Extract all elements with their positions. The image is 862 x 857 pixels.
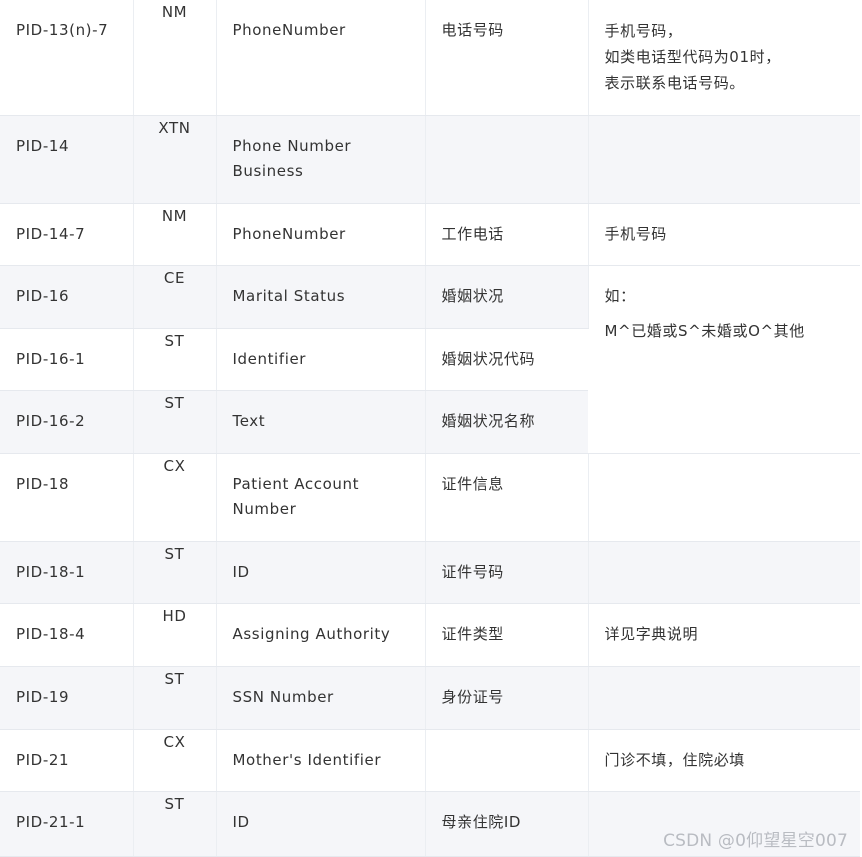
field-remark: 手机号码 bbox=[588, 203, 860, 266]
table-row: PID-16 CE Marital Status 婚姻状况 如： M^已婚或S^… bbox=[0, 265, 860, 454]
field-desc: 工作电话 bbox=[425, 203, 589, 266]
field-name: Assigning Authority bbox=[216, 603, 426, 667]
field-type: CX bbox=[133, 453, 217, 542]
table-row: PID-13(n)-7 NM PhoneNumber 电话号码 手机号码， 如类… bbox=[0, 0, 860, 116]
field-id: PID-16-2 bbox=[0, 390, 134, 454]
watermark: CSDN @0仰望星空007 bbox=[663, 831, 848, 851]
field-table: PID-13(n)-7 NM PhoneNumber 电话号码 手机号码， 如类… bbox=[0, 0, 860, 857]
field-type: NM bbox=[133, 203, 217, 266]
field-type: NM bbox=[133, 0, 217, 116]
remark-line: M^已婚或S^未婚或O^其他 bbox=[604, 321, 805, 340]
table-row: PID-18 CX Patient Account Number 证件信息 bbox=[0, 453, 860, 542]
field-id: PID-13(n)-7 bbox=[0, 0, 134, 116]
table-row: PID-19 ST SSN Number 身份证号 bbox=[0, 666, 860, 730]
field-desc: 母亲住院ID bbox=[425, 791, 589, 857]
field-desc: 身份证号 bbox=[425, 666, 589, 730]
field-name-line: Phone Number bbox=[232, 136, 352, 155]
field-type: CE bbox=[133, 265, 217, 329]
field-desc: 婚姻状况代码 bbox=[425, 328, 588, 391]
remark-line: 如类电话型代码为01时， bbox=[604, 48, 781, 66]
field-desc bbox=[425, 729, 589, 792]
field-type: HD bbox=[133, 603, 217, 667]
field-id: PID-18-1 bbox=[0, 541, 134, 604]
field-remark bbox=[588, 541, 860, 604]
field-name-line: Number bbox=[232, 499, 297, 518]
field-type: XTN bbox=[133, 115, 217, 204]
field-desc: 证件号码 bbox=[425, 541, 589, 604]
field-remark bbox=[588, 453, 860, 542]
field-desc: 婚姻状况名称 bbox=[425, 390, 588, 454]
field-name: Identifier bbox=[216, 328, 426, 391]
field-id: PID-16 bbox=[0, 265, 134, 329]
field-desc: 证件信息 bbox=[425, 453, 589, 542]
field-remark bbox=[588, 666, 860, 730]
field-type: ST bbox=[133, 328, 217, 391]
field-remark: 如： M^已婚或S^未婚或O^其他 bbox=[588, 265, 860, 454]
remark-line: 手机号码， bbox=[604, 22, 683, 40]
table-row: PID-21 CX Mother's Identifier 门诊不填，住院必填 bbox=[0, 729, 860, 792]
table-row: PID-18-4 HD Assigning Authority 证件类型 详见字… bbox=[0, 603, 860, 667]
field-id: PID-14 bbox=[0, 115, 134, 204]
field-id: PID-18 bbox=[0, 453, 134, 542]
field-remark bbox=[588, 115, 860, 204]
field-remark: 门诊不填，住院必填 bbox=[588, 729, 860, 792]
field-name: PhoneNumber bbox=[216, 0, 426, 116]
field-name: Mother's Identifier bbox=[216, 729, 426, 792]
field-id: PID-21-1 bbox=[0, 791, 134, 857]
field-id: PID-18-4 bbox=[0, 603, 134, 667]
field-id: PID-21 bbox=[0, 729, 134, 792]
field-name-line: Patient Account bbox=[232, 474, 360, 493]
field-name: PhoneNumber bbox=[216, 203, 426, 266]
field-id: PID-16-1 bbox=[0, 328, 134, 391]
field-name: ID bbox=[216, 541, 426, 604]
field-type: ST bbox=[133, 666, 217, 730]
field-name: SSN Number bbox=[216, 666, 426, 730]
remark-line: 如： bbox=[604, 286, 636, 305]
field-type: ST bbox=[133, 390, 217, 454]
table-row: PID-14 XTN Phone Number Business bbox=[0, 115, 860, 204]
table-row: PID-18-1 ST ID 证件号码 bbox=[0, 541, 860, 604]
field-type: ST bbox=[133, 541, 217, 604]
field-id: PID-14-7 bbox=[0, 203, 134, 266]
remark-line: 表示联系电话号码。 bbox=[604, 74, 745, 92]
field-type: ST bbox=[133, 791, 217, 857]
field-name: Marital Status bbox=[216, 265, 426, 329]
field-remark: 手机号码， 如类电话型代码为01时， 表示联系电话号码。 bbox=[588, 0, 860, 116]
table-row: PID-14-7 NM PhoneNumber 工作电话 手机号码 bbox=[0, 203, 860, 266]
field-type: CX bbox=[133, 729, 217, 792]
field-desc: 证件类型 bbox=[425, 603, 589, 667]
field-name: ID bbox=[216, 791, 426, 857]
field-name: Text bbox=[216, 390, 426, 454]
field-desc: 婚姻状况 bbox=[425, 265, 589, 329]
field-name: Patient Account Number bbox=[216, 453, 426, 542]
field-id: PID-19 bbox=[0, 666, 134, 730]
field-name-line: Business bbox=[232, 161, 304, 180]
field-name: Phone Number Business bbox=[216, 115, 426, 204]
field-remark: 详见字典说明 bbox=[588, 603, 860, 667]
field-desc bbox=[425, 115, 589, 204]
field-desc: 电话号码 bbox=[425, 0, 589, 116]
